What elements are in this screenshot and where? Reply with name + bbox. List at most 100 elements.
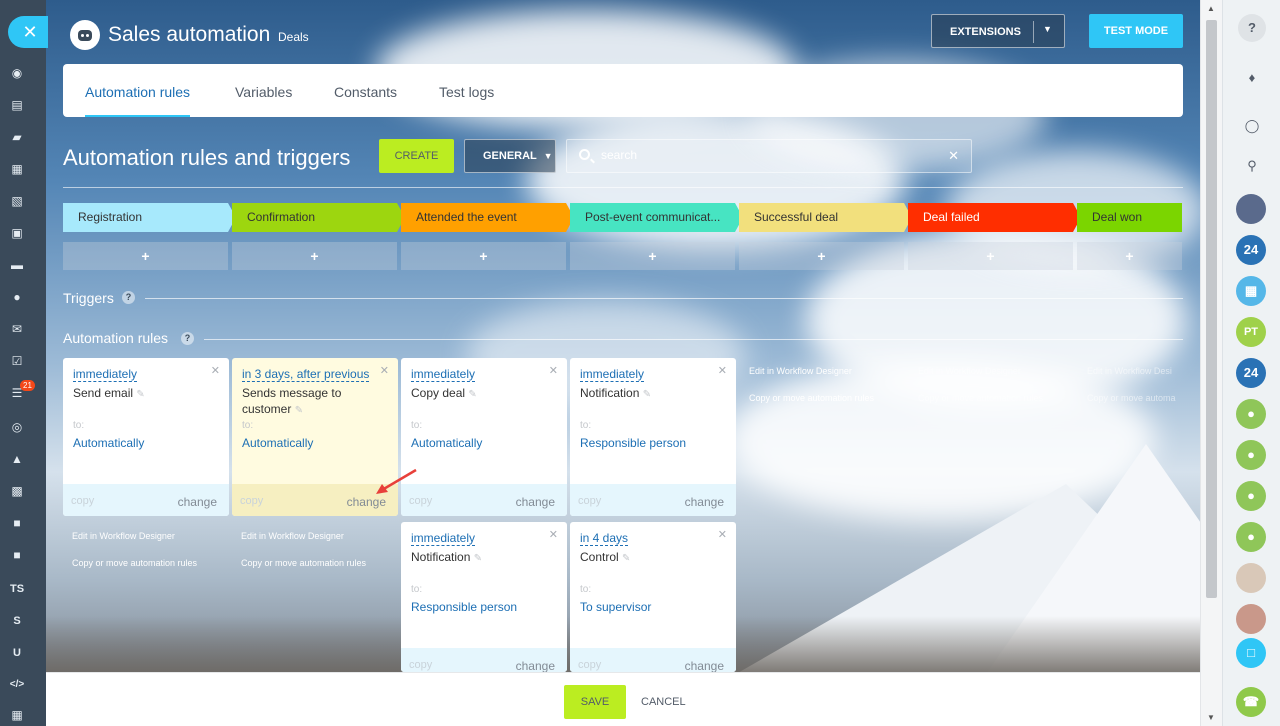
rule-card[interactable]: immediately ✕ Copy deal ✎ to: Automatically c… bbox=[401, 358, 567, 516]
chevron-down-icon[interactable]: ▼ bbox=[1043, 24, 1052, 34]
mail-icon[interactable]: ✉ bbox=[8, 320, 26, 338]
group-icon[interactable]: ● bbox=[1236, 481, 1266, 511]
bell-icon[interactable]: ♦ bbox=[1238, 64, 1266, 92]
copy-move-rules-link[interactable]: Copy or move automation rules bbox=[72, 558, 197, 568]
rule-target-link[interactable]: To supervisor bbox=[580, 600, 651, 614]
copy-rule-button[interactable]: copy bbox=[409, 659, 432, 671]
phone-transfer-icon[interactable]: □ bbox=[1236, 638, 1266, 668]
search-icon[interactable]: ⚲ bbox=[1238, 152, 1266, 180]
copy-rule-button[interactable]: copy bbox=[409, 495, 432, 507]
rule-card[interactable]: in 4 days ✕ Control ✎ to: To supervisor copy c… bbox=[570, 522, 736, 672]
test-mode-button[interactable]: TEST MODE bbox=[1089, 14, 1183, 48]
sidebar-item-u[interactable]: U bbox=[8, 644, 26, 662]
edit-workflow-designer-link[interactable]: Edit in Workflow Desi bbox=[1087, 366, 1172, 376]
avatar[interactable] bbox=[1236, 563, 1266, 593]
pencil-icon[interactable]: ✎ bbox=[468, 389, 476, 400]
grid-icon[interactable]: ▦ bbox=[8, 706, 26, 724]
phone-icon[interactable]: ☎ bbox=[1236, 687, 1266, 717]
sidebar-item-ts[interactable]: TS bbox=[8, 580, 26, 598]
code-icon[interactable]: </> bbox=[8, 676, 26, 694]
rule-target-link[interactable]: Automatically bbox=[411, 436, 482, 450]
copy-move-rules-link[interactable]: Copy or move automation rules bbox=[918, 393, 1043, 403]
rule-delay-link[interactable]: immediately bbox=[73, 367, 138, 382]
delete-rule-icon[interactable]: ✕ bbox=[549, 364, 558, 377]
save-button[interactable]: SAVE bbox=[564, 685, 626, 719]
chat-bubble-icon[interactable]: ◯ bbox=[1238, 112, 1266, 140]
avatar-pt[interactable]: PT bbox=[1236, 317, 1266, 347]
rule-target-link[interactable]: Automatically bbox=[242, 436, 313, 450]
change-rule-button[interactable]: change bbox=[685, 495, 724, 509]
rule-delay-link[interactable]: in 4 days bbox=[580, 531, 629, 546]
add-rule-button[interactable]: + bbox=[401, 242, 566, 270]
scrollbar[interactable]: ▲ ▼ bbox=[1200, 0, 1222, 726]
change-rule-button[interactable]: change bbox=[347, 495, 386, 509]
rule-delay-link[interactable]: immediately bbox=[580, 367, 645, 382]
edit-workflow-designer-link[interactable]: Edit in Workflow Designer bbox=[241, 531, 344, 541]
box2-icon[interactable]: ■ bbox=[8, 546, 26, 564]
add-rule-button[interactable]: + bbox=[63, 242, 228, 270]
stage-5[interactable]: Deal failed bbox=[908, 203, 1081, 232]
add-rule-button[interactable]: + bbox=[570, 242, 735, 270]
pencil-icon[interactable]: ✎ bbox=[643, 389, 651, 400]
add-rule-button[interactable]: + bbox=[1077, 242, 1182, 270]
change-rule-button[interactable]: change bbox=[516, 659, 555, 672]
add-rule-button[interactable]: + bbox=[739, 242, 904, 270]
edit-workflow-designer-link[interactable]: Edit in Workflow Designer bbox=[918, 366, 1021, 376]
calendar-icon[interactable]: ▦ bbox=[8, 160, 26, 178]
copy-move-rules-link[interactable]: Copy or move automation rules bbox=[241, 558, 366, 568]
stage-2[interactable]: Attended the event bbox=[401, 203, 574, 232]
drive-icon[interactable]: ▬ bbox=[8, 256, 26, 274]
robot-icon[interactable]: ▣ bbox=[8, 224, 26, 242]
group-icon[interactable]: ● bbox=[1236, 440, 1266, 470]
close-slider-button[interactable]: ✕ bbox=[8, 16, 48, 48]
rule-target-link[interactable]: Automatically bbox=[73, 436, 144, 450]
tab-test-logs[interactable]: Test logs bbox=[439, 84, 494, 100]
stage-6[interactable]: Deal won bbox=[1077, 203, 1182, 232]
edit-workflow-designer-link[interactable]: Edit in Workflow Designer bbox=[749, 366, 852, 376]
pencil-icon[interactable]: ✎ bbox=[136, 389, 144, 400]
tasks-icon[interactable]: ▤ bbox=[8, 96, 26, 114]
rule-card[interactable]: immediately ✕ Notification ✎ to: Responsible… bbox=[570, 358, 736, 516]
bitrix24-icon[interactable]: 24 bbox=[1236, 358, 1266, 388]
avatar[interactable] bbox=[1236, 194, 1266, 224]
group-icon[interactable]: ● bbox=[1236, 399, 1266, 429]
calendar-icon[interactable]: ▦ bbox=[1236, 276, 1266, 306]
stage-4[interactable]: Successful deal bbox=[739, 203, 912, 232]
stage-3[interactable]: Post-event communicat... bbox=[570, 203, 743, 232]
rule-target-link[interactable]: Responsible person bbox=[580, 436, 686, 450]
cancel-button[interactable]: CANCEL bbox=[641, 685, 686, 719]
copy-rule-button[interactable]: copy bbox=[71, 495, 94, 507]
change-rule-button[interactable]: change bbox=[516, 495, 555, 509]
clear-search-icon[interactable]: ✕ bbox=[948, 148, 959, 164]
rule-delay-link[interactable]: immediately bbox=[411, 531, 476, 546]
rule-card[interactable]: immediately ✕ Notification ✎ to: Responsible… bbox=[401, 522, 567, 672]
delete-rule-icon[interactable]: ✕ bbox=[380, 364, 389, 377]
pencil-icon[interactable]: ✎ bbox=[622, 553, 630, 564]
change-rule-button[interactable]: change bbox=[178, 495, 217, 509]
pencil-icon[interactable]: ✎ bbox=[295, 405, 303, 416]
stream-icon[interactable]: ◉ bbox=[8, 64, 26, 82]
extensions-button[interactable]: EXTENSIONS ▼ bbox=[931, 14, 1065, 48]
search-input[interactable] bbox=[601, 148, 931, 162]
copy-rule-button[interactable]: copy bbox=[578, 495, 601, 507]
rule-target-link[interactable]: Responsible person bbox=[411, 600, 517, 614]
id-card-icon[interactable]: ▩ bbox=[8, 482, 26, 500]
create-button[interactable]: CREATE bbox=[379, 139, 454, 173]
copy-rule-button[interactable]: copy bbox=[578, 659, 601, 671]
delete-rule-icon[interactable]: ✕ bbox=[211, 364, 220, 377]
delete-rule-icon[interactable]: ✕ bbox=[718, 528, 727, 541]
copy-move-rules-link[interactable]: Copy or move automation rules bbox=[749, 393, 874, 403]
bitrix24-icon[interactable]: 24 bbox=[1236, 235, 1266, 265]
add-rule-button[interactable]: + bbox=[232, 242, 397, 270]
target-icon[interactable]: ◎ bbox=[8, 418, 26, 436]
chat-icon[interactable]: ▰ bbox=[8, 128, 26, 146]
scroll-up-icon[interactable]: ▲ bbox=[1207, 4, 1215, 13]
triggers-help-icon[interactable]: ? bbox=[122, 291, 135, 304]
rule-delay-link[interactable]: immediately bbox=[411, 367, 476, 382]
contacts-icon[interactable]: ● bbox=[8, 288, 26, 306]
add-rule-button[interactable]: + bbox=[908, 242, 1073, 270]
box-icon[interactable]: ■ bbox=[8, 514, 26, 532]
tab-constants[interactable]: Constants bbox=[334, 84, 397, 100]
sidebar-item-s[interactable]: S bbox=[8, 612, 26, 630]
tab-variables[interactable]: Variables bbox=[235, 84, 292, 100]
